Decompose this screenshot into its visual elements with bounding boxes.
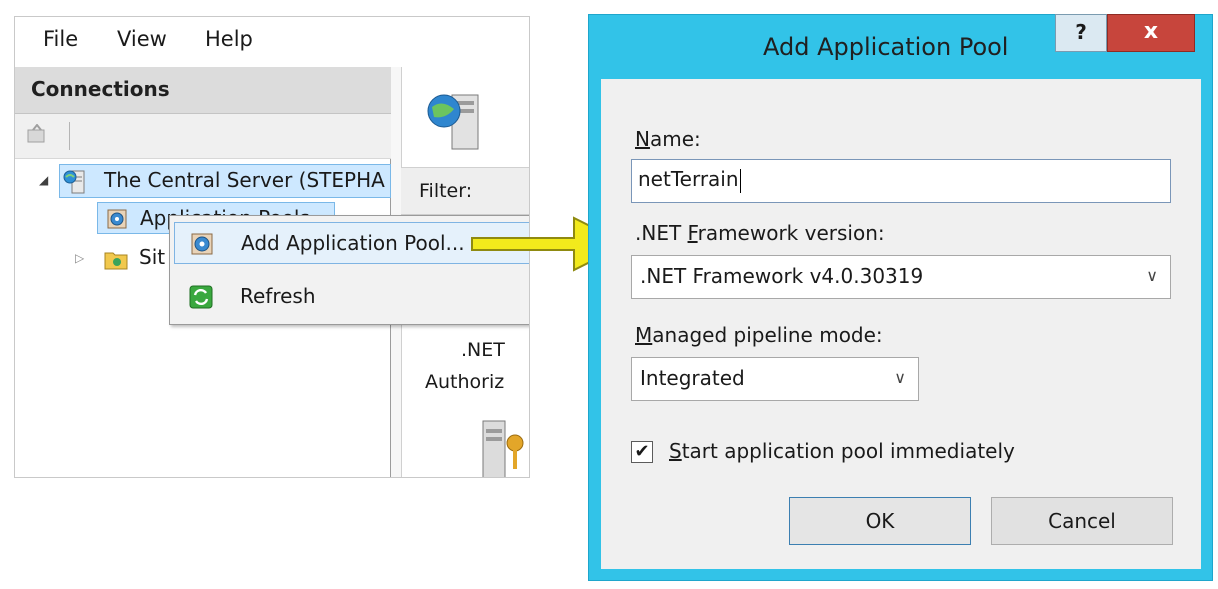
add-application-pool-dialog: Add Application Pool ? x Name: netTerrai… bbox=[588, 14, 1213, 581]
start-immediately-checkbox[interactable]: ✔ bbox=[631, 441, 653, 463]
toolbar-separator bbox=[69, 122, 70, 150]
pipeline-select[interactable]: Integrated ∨ bbox=[631, 357, 919, 401]
tree-item-server[interactable]: The Central Server (STEPHA bbox=[59, 164, 391, 198]
server-key-icon bbox=[482, 420, 524, 477]
pipeline-select-value: Integrated bbox=[640, 366, 745, 390]
server-icon bbox=[63, 170, 85, 194]
tree-item-sites[interactable]: Sit bbox=[97, 245, 177, 273]
menu-file[interactable]: File bbox=[43, 27, 78, 51]
close-button[interactable]: x bbox=[1107, 14, 1195, 52]
connect-icon[interactable] bbox=[25, 124, 49, 146]
connections-toolbar bbox=[15, 114, 391, 159]
dialog-title: Add Application Pool bbox=[763, 33, 1009, 61]
menu-view[interactable]: View bbox=[117, 27, 167, 51]
chevron-down-icon: ∨ bbox=[894, 368, 906, 387]
sites-folder-icon bbox=[104, 252, 128, 270]
ok-button[interactable]: OK bbox=[789, 497, 971, 545]
app-pool-icon bbox=[107, 209, 127, 229]
name-label: Name: bbox=[635, 127, 701, 151]
server-label: The Central Server (STEPHA bbox=[104, 168, 385, 192]
collapse-arrow-icon[interactable]: ◢ bbox=[39, 173, 48, 187]
cancel-button[interactable]: Cancel bbox=[991, 497, 1173, 545]
connections-title: Connections bbox=[31, 77, 170, 101]
framework-label: .NET Framework version: bbox=[635, 221, 885, 245]
pipeline-label: Managed pipeline mode: bbox=[635, 323, 883, 347]
filter-label: Filter: bbox=[419, 180, 473, 202]
refresh-icon bbox=[189, 285, 213, 309]
expand-arrow-icon[interactable]: ▷ bbox=[75, 251, 84, 265]
filter-bar: Filter: bbox=[401, 167, 529, 215]
chevron-down-icon: ∨ bbox=[1146, 266, 1158, 285]
start-immediately-label: Start application pool immediately bbox=[669, 439, 1015, 463]
iis-manager-window: File View Help Connections The Central S… bbox=[14, 16, 530, 478]
add-application-pool-label: Add Application Pool... bbox=[241, 231, 465, 255]
name-input[interactable]: netTerrain bbox=[631, 159, 1171, 203]
feature-label-net: .NET bbox=[461, 339, 505, 361]
framework-select[interactable]: .NET Framework v4.0.30319 ∨ bbox=[631, 255, 1171, 299]
name-input-value: netTerrain bbox=[638, 167, 739, 191]
menu-item-refresh[interactable]: Refresh bbox=[174, 276, 529, 318]
server-globe-icon bbox=[427, 94, 479, 150]
text-cursor bbox=[739, 168, 741, 193]
menu-bar: File View Help bbox=[15, 17, 529, 65]
app-pool-icon bbox=[191, 233, 213, 255]
help-button[interactable]: ? bbox=[1055, 14, 1107, 52]
sites-label: Sit bbox=[139, 245, 166, 269]
menu-help[interactable]: Help bbox=[205, 27, 253, 51]
framework-select-value: .NET Framework v4.0.30319 bbox=[640, 264, 924, 288]
connections-header: Connections bbox=[15, 67, 391, 114]
refresh-label: Refresh bbox=[240, 284, 316, 308]
feature-label-authorization: Authoriz bbox=[425, 371, 505, 393]
dialog-body: Name: netTerrain .NET Framework version:… bbox=[601, 79, 1201, 569]
